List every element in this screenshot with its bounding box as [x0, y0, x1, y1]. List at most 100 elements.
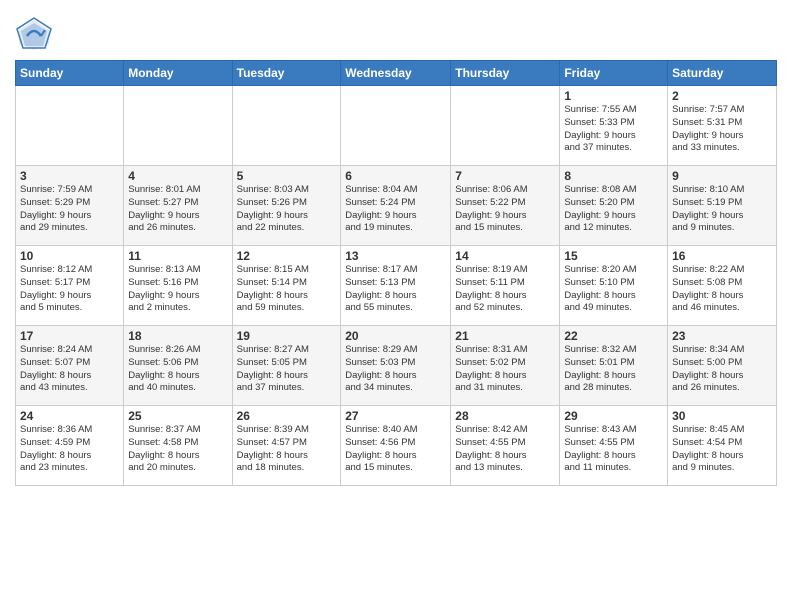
day-cell: 21Sunrise: 8:31 AM Sunset: 5:02 PM Dayli…	[451, 326, 560, 406]
day-info: Sunrise: 8:36 AM Sunset: 4:59 PM Dayligh…	[20, 424, 119, 475]
day-info: Sunrise: 8:13 AM Sunset: 5:16 PM Dayligh…	[128, 264, 227, 315]
day-cell: 11Sunrise: 8:13 AM Sunset: 5:16 PM Dayli…	[124, 246, 232, 326]
day-number: 26	[237, 409, 337, 423]
page: SundayMondayTuesdayWednesdayThursdayFrid…	[0, 0, 792, 612]
day-number: 29	[564, 409, 663, 423]
day-cell: 17Sunrise: 8:24 AM Sunset: 5:07 PM Dayli…	[16, 326, 124, 406]
day-cell	[124, 86, 232, 166]
calendar: SundayMondayTuesdayWednesdayThursdayFrid…	[15, 60, 777, 486]
day-number: 18	[128, 329, 227, 343]
day-info: Sunrise: 8:17 AM Sunset: 5:13 PM Dayligh…	[345, 264, 446, 315]
week-row-1: 1Sunrise: 7:55 AM Sunset: 5:33 PM Daylig…	[16, 86, 777, 166]
day-number: 10	[20, 249, 119, 263]
col-header-thursday: Thursday	[451, 61, 560, 86]
day-number: 21	[455, 329, 555, 343]
day-cell: 25Sunrise: 8:37 AM Sunset: 4:58 PM Dayli…	[124, 406, 232, 486]
day-cell: 1Sunrise: 7:55 AM Sunset: 5:33 PM Daylig…	[560, 86, 668, 166]
day-info: Sunrise: 8:19 AM Sunset: 5:11 PM Dayligh…	[455, 264, 555, 315]
day-number: 23	[672, 329, 772, 343]
day-number: 27	[345, 409, 446, 423]
day-info: Sunrise: 8:39 AM Sunset: 4:57 PM Dayligh…	[237, 424, 337, 475]
day-cell	[16, 86, 124, 166]
day-number: 15	[564, 249, 663, 263]
day-info: Sunrise: 8:12 AM Sunset: 5:17 PM Dayligh…	[20, 264, 119, 315]
day-cell: 20Sunrise: 8:29 AM Sunset: 5:03 PM Dayli…	[341, 326, 451, 406]
day-number: 2	[672, 89, 772, 103]
day-info: Sunrise: 7:57 AM Sunset: 5:31 PM Dayligh…	[672, 104, 772, 155]
day-cell: 12Sunrise: 8:15 AM Sunset: 5:14 PM Dayli…	[232, 246, 341, 326]
day-info: Sunrise: 7:59 AM Sunset: 5:29 PM Dayligh…	[20, 184, 119, 235]
day-number: 9	[672, 169, 772, 183]
day-info: Sunrise: 7:55 AM Sunset: 5:33 PM Dayligh…	[564, 104, 663, 155]
day-number: 28	[455, 409, 555, 423]
day-cell: 7Sunrise: 8:06 AM Sunset: 5:22 PM Daylig…	[451, 166, 560, 246]
day-number: 14	[455, 249, 555, 263]
day-number: 13	[345, 249, 446, 263]
header	[15, 10, 777, 54]
day-cell: 19Sunrise: 8:27 AM Sunset: 5:05 PM Dayli…	[232, 326, 341, 406]
col-header-monday: Monday	[124, 61, 232, 86]
day-cell: 28Sunrise: 8:42 AM Sunset: 4:55 PM Dayli…	[451, 406, 560, 486]
day-cell: 8Sunrise: 8:08 AM Sunset: 5:20 PM Daylig…	[560, 166, 668, 246]
col-header-sunday: Sunday	[16, 61, 124, 86]
calendar-header-row: SundayMondayTuesdayWednesdayThursdayFrid…	[16, 61, 777, 86]
week-row-4: 17Sunrise: 8:24 AM Sunset: 5:07 PM Dayli…	[16, 326, 777, 406]
day-info: Sunrise: 8:40 AM Sunset: 4:56 PM Dayligh…	[345, 424, 446, 475]
day-info: Sunrise: 8:26 AM Sunset: 5:06 PM Dayligh…	[128, 344, 227, 395]
day-cell: 6Sunrise: 8:04 AM Sunset: 5:24 PM Daylig…	[341, 166, 451, 246]
day-info: Sunrise: 8:31 AM Sunset: 5:02 PM Dayligh…	[455, 344, 555, 395]
day-number: 16	[672, 249, 772, 263]
day-info: Sunrise: 8:29 AM Sunset: 5:03 PM Dayligh…	[345, 344, 446, 395]
logo-icon	[15, 16, 53, 54]
day-cell: 24Sunrise: 8:36 AM Sunset: 4:59 PM Dayli…	[16, 406, 124, 486]
day-cell: 2Sunrise: 7:57 AM Sunset: 5:31 PM Daylig…	[668, 86, 777, 166]
day-number: 5	[237, 169, 337, 183]
day-number: 4	[128, 169, 227, 183]
day-info: Sunrise: 8:15 AM Sunset: 5:14 PM Dayligh…	[237, 264, 337, 315]
day-cell: 5Sunrise: 8:03 AM Sunset: 5:26 PM Daylig…	[232, 166, 341, 246]
day-info: Sunrise: 8:42 AM Sunset: 4:55 PM Dayligh…	[455, 424, 555, 475]
day-cell: 18Sunrise: 8:26 AM Sunset: 5:06 PM Dayli…	[124, 326, 232, 406]
logo	[15, 16, 53, 54]
day-cell: 30Sunrise: 8:45 AM Sunset: 4:54 PM Dayli…	[668, 406, 777, 486]
day-number: 3	[20, 169, 119, 183]
day-cell: 14Sunrise: 8:19 AM Sunset: 5:11 PM Dayli…	[451, 246, 560, 326]
day-number: 11	[128, 249, 227, 263]
day-cell: 23Sunrise: 8:34 AM Sunset: 5:00 PM Dayli…	[668, 326, 777, 406]
day-info: Sunrise: 8:06 AM Sunset: 5:22 PM Dayligh…	[455, 184, 555, 235]
day-cell: 26Sunrise: 8:39 AM Sunset: 4:57 PM Dayli…	[232, 406, 341, 486]
day-info: Sunrise: 8:32 AM Sunset: 5:01 PM Dayligh…	[564, 344, 663, 395]
col-header-friday: Friday	[560, 61, 668, 86]
day-info: Sunrise: 8:43 AM Sunset: 4:55 PM Dayligh…	[564, 424, 663, 475]
day-number: 22	[564, 329, 663, 343]
week-row-5: 24Sunrise: 8:36 AM Sunset: 4:59 PM Dayli…	[16, 406, 777, 486]
day-info: Sunrise: 8:20 AM Sunset: 5:10 PM Dayligh…	[564, 264, 663, 315]
day-number: 24	[20, 409, 119, 423]
day-number: 25	[128, 409, 227, 423]
day-cell: 13Sunrise: 8:17 AM Sunset: 5:13 PM Dayli…	[341, 246, 451, 326]
day-info: Sunrise: 8:01 AM Sunset: 5:27 PM Dayligh…	[128, 184, 227, 235]
day-info: Sunrise: 8:22 AM Sunset: 5:08 PM Dayligh…	[672, 264, 772, 315]
day-number: 12	[237, 249, 337, 263]
day-info: Sunrise: 8:03 AM Sunset: 5:26 PM Dayligh…	[237, 184, 337, 235]
col-header-saturday: Saturday	[668, 61, 777, 86]
day-number: 30	[672, 409, 772, 423]
day-cell: 9Sunrise: 8:10 AM Sunset: 5:19 PM Daylig…	[668, 166, 777, 246]
week-row-2: 3Sunrise: 7:59 AM Sunset: 5:29 PM Daylig…	[16, 166, 777, 246]
day-cell	[341, 86, 451, 166]
day-info: Sunrise: 8:27 AM Sunset: 5:05 PM Dayligh…	[237, 344, 337, 395]
day-number: 6	[345, 169, 446, 183]
day-cell	[451, 86, 560, 166]
day-cell: 4Sunrise: 8:01 AM Sunset: 5:27 PM Daylig…	[124, 166, 232, 246]
day-cell: 15Sunrise: 8:20 AM Sunset: 5:10 PM Dayli…	[560, 246, 668, 326]
day-cell: 22Sunrise: 8:32 AM Sunset: 5:01 PM Dayli…	[560, 326, 668, 406]
day-number: 17	[20, 329, 119, 343]
day-info: Sunrise: 8:04 AM Sunset: 5:24 PM Dayligh…	[345, 184, 446, 235]
day-cell: 27Sunrise: 8:40 AM Sunset: 4:56 PM Dayli…	[341, 406, 451, 486]
day-number: 20	[345, 329, 446, 343]
day-info: Sunrise: 8:34 AM Sunset: 5:00 PM Dayligh…	[672, 344, 772, 395]
day-info: Sunrise: 8:24 AM Sunset: 5:07 PM Dayligh…	[20, 344, 119, 395]
day-number: 1	[564, 89, 663, 103]
day-info: Sunrise: 8:08 AM Sunset: 5:20 PM Dayligh…	[564, 184, 663, 235]
week-row-3: 10Sunrise: 8:12 AM Sunset: 5:17 PM Dayli…	[16, 246, 777, 326]
